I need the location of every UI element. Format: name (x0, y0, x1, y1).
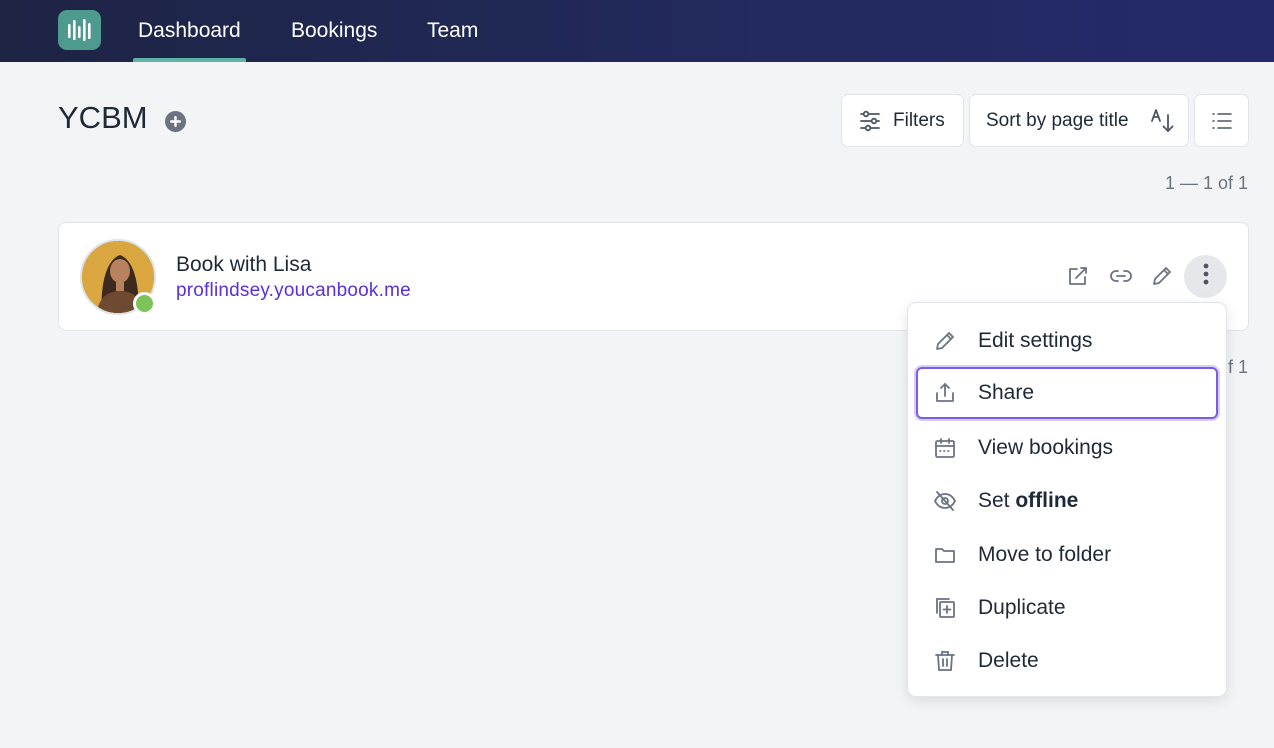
tab-dashboard[interactable]: Dashboard (133, 0, 246, 62)
view-toggle-button[interactable] (1194, 94, 1249, 147)
menu-item-edit-settings[interactable]: Edit settings (916, 315, 1218, 367)
tab-team[interactable]: Team (427, 0, 478, 62)
filters-button[interactable]: Filters (841, 94, 964, 147)
pencil-icon (933, 329, 957, 353)
tab-label: Dashboard (138, 19, 241, 42)
menu-item-delete[interactable]: Delete (916, 635, 1218, 687)
tab-label: Team (427, 19, 479, 42)
booking-page-title[interactable]: Book with Lisa (176, 253, 311, 277)
booking-page-url[interactable]: proflindsey.youcanbook.me (176, 280, 411, 302)
list-view-icon (1211, 110, 1233, 138)
open-external-icon[interactable] (1066, 264, 1090, 288)
page-title: YCBM (58, 100, 148, 135)
tab-bookings[interactable]: Bookings (291, 0, 377, 62)
trash-icon (933, 649, 957, 673)
online-status-badge (133, 292, 156, 315)
sort-button[interactable]: Sort by page title (969, 94, 1189, 147)
menu-item-label: Edit settings (978, 329, 1093, 352)
share-upload-icon (933, 381, 957, 405)
menu-item-move-to-folder[interactable]: Move to folder (916, 529, 1218, 581)
menu-item-label: Move to folder (978, 543, 1112, 566)
sort-label: Sort by page title (986, 109, 1129, 131)
bars-logo-icon[interactable] (58, 10, 101, 50)
menu-item-label: Set offline (978, 489, 1078, 513)
link-icon[interactable] (1109, 264, 1133, 288)
menu-item-duplicate[interactable]: Duplicate (916, 582, 1218, 634)
pagination-bottom: f 1 (1227, 357, 1248, 377)
options-dropdown-menu: Edit settings Share View bookings Set of… (907, 302, 1227, 697)
sort-alpha-icon (1150, 108, 1176, 140)
top-nav-bar: Dashboard Bookings Team (0, 0, 1274, 62)
set-prefix: Set (978, 489, 1016, 512)
offline-keyword: offline (1015, 489, 1079, 512)
menu-item-view-bookings[interactable]: View bookings (916, 422, 1218, 474)
sliders-icon (858, 109, 882, 139)
folder-icon (933, 543, 957, 567)
filters-label: Filters (893, 109, 945, 131)
more-vertical-icon (1203, 263, 1209, 290)
menu-item-label: Duplicate (978, 596, 1066, 619)
pagination-top: 1 — 1 of 1 (1164, 173, 1248, 193)
more-options-button[interactable] (1184, 255, 1227, 298)
menu-item-label: Share (978, 381, 1035, 404)
calendar-icon (933, 436, 957, 460)
menu-item-label: View bookings (978, 436, 1114, 459)
duplicate-icon (933, 596, 957, 620)
pencil-icon[interactable] (1150, 264, 1174, 288)
menu-item-set-offline[interactable]: Set offline (916, 475, 1218, 527)
plus-circle-icon[interactable] (165, 111, 186, 132)
eye-off-icon (933, 489, 957, 513)
menu-item-label: Delete (978, 649, 1039, 672)
menu-item-share[interactable]: Share (916, 367, 1218, 419)
tab-label: Bookings (291, 19, 378, 42)
